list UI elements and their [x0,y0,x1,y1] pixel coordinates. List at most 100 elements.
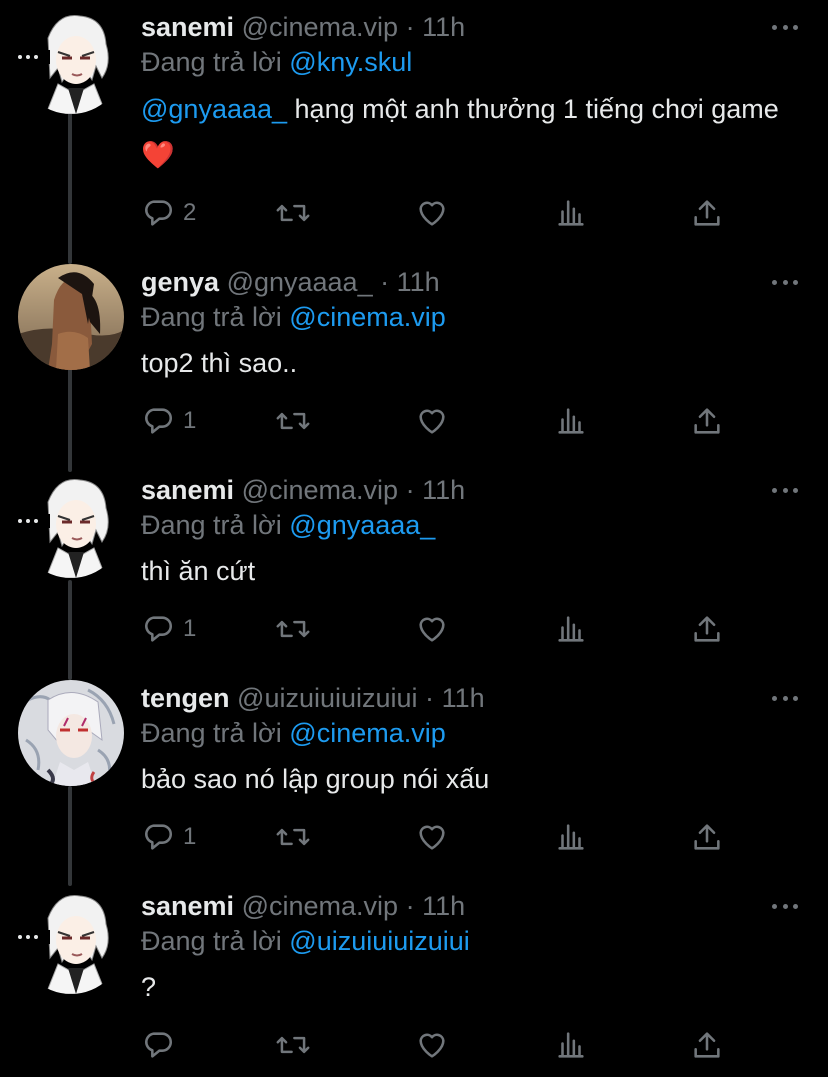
replying-to-label: Đang trả lời [141,47,282,77]
display-name[interactable]: genya [141,267,219,297]
action-bar: 1 [141,609,741,649]
more-options-button[interactable] [772,901,798,911]
avatar-container[interactable] [16,888,124,994]
tweet[interactable]: sanemi @cinema.vip · 11h Đang trả lời @k… [0,0,828,250]
tweet-header: genya @gnyaaaa_ · 11h [141,265,440,299]
share-button[interactable] [690,193,724,233]
analytics-button[interactable] [554,609,588,649]
reply-count: 2 [183,199,197,226]
analytics-icon [558,616,584,642]
retweet-icon [276,828,310,846]
like-button[interactable] [415,193,449,233]
analytics-button[interactable] [554,1025,588,1065]
analytics-icon [558,824,584,850]
retweet-button[interactable] [275,193,311,233]
replying-to: Đang trả lời @cinema.vip [141,716,446,750]
share-button[interactable] [690,1025,724,1065]
like-icon [419,1033,445,1058]
ellipsis-icon [16,930,50,944]
tweet-text: top2 thì sao.. [141,340,781,386]
separator: · [405,891,415,921]
more-options-button[interactable] [772,22,798,32]
analytics-icon [558,200,584,226]
tweet-header: sanemi @cinema.vip · 11h [141,10,465,44]
retweet-icon [276,412,310,430]
avatar-container[interactable] [18,264,124,370]
replying-to-mention[interactable]: @uizuiuiuizuiui [289,926,470,956]
analytics-icon [558,408,584,434]
replying-to: Đang trả lời @kny.skul [141,45,412,79]
analytics-button[interactable] [554,401,588,441]
retweet-icon [276,1036,310,1054]
share-button[interactable] [690,401,724,441]
like-button[interactable] [415,1025,449,1065]
share-icon [694,824,720,850]
like-icon [419,409,445,434]
reply-button[interactable] [141,1025,183,1065]
user-handle[interactable]: @cinema.vip [242,891,398,921]
more-options-button[interactable] [772,693,798,703]
tweet[interactable]: tengen @uizuiuiuizuiui · 11h Đang trả lờ… [0,680,828,880]
replying-to: Đang trả lời @uizuiuiuizuiui [141,924,470,958]
separator: · [405,12,415,42]
replying-to-mention[interactable]: @kny.skul [289,47,412,77]
reply-count: 1 [183,407,197,434]
tweet-text: thì ăn cứt [141,548,781,594]
tweet[interactable]: genya @gnyaaaa_ · 11h Đang trả lời @cine… [0,264,828,464]
user-handle[interactable]: @cinema.vip [242,12,398,42]
body-text: ? [141,972,157,1002]
reply-button[interactable]: 1 [141,817,196,857]
timestamp[interactable]: 11h [422,475,465,505]
tweet-text: ? [141,964,781,1010]
reply-button[interactable]: 2 [141,193,196,233]
avatar[interactable] [18,264,124,370]
retweet-button[interactable] [275,401,311,441]
user-handle[interactable]: @cinema.vip [242,475,398,505]
replying-to-mention[interactable]: @cinema.vip [289,302,445,332]
replying-to-mention[interactable]: @gnyaaaa_ [289,510,435,540]
avatar-container[interactable] [16,8,124,114]
timestamp[interactable]: 11h [442,683,485,713]
like-button[interactable] [415,401,449,441]
body-mention[interactable]: @gnyaaaa_ [141,94,287,124]
timestamp[interactable]: 11h [422,891,465,921]
display-name[interactable]: tengen [141,683,230,713]
avatar-container[interactable] [18,680,124,786]
reply-icon [145,408,172,434]
more-options-button[interactable] [772,277,798,287]
display-name[interactable]: sanemi [141,12,234,42]
tweet[interactable]: sanemi @cinema.vip · 11h Đang trả lời @u… [0,888,828,1077]
reply-count: 1 [183,615,197,642]
action-bar: 1 [141,401,741,441]
avatar-container[interactable] [16,472,124,578]
user-handle[interactable]: @uizuiuiuizuiui [237,683,418,713]
like-button[interactable] [415,609,449,649]
user-handle[interactable]: @gnyaaaa_ [227,267,373,297]
reply-button[interactable]: 1 [141,609,196,649]
reply-button[interactable]: 1 [141,401,196,441]
timestamp[interactable]: 11h [397,267,440,297]
share-button[interactable] [690,609,724,649]
tweet-header: sanemi @cinema.vip · 11h [141,889,465,923]
more-options-button[interactable] [772,485,798,495]
avatar[interactable] [18,680,124,786]
retweet-button[interactable] [275,817,311,857]
analytics-button[interactable] [554,817,588,857]
share-icon [694,1032,720,1058]
retweet-icon [276,620,310,638]
display-name[interactable]: sanemi [141,475,234,505]
separator: · [425,683,435,713]
reply-icon [145,200,172,226]
tweet[interactable]: sanemi @cinema.vip · 11h Đang trả lời @g… [0,472,828,672]
like-button[interactable] [415,817,449,857]
retweet-button[interactable] [275,609,311,649]
analytics-button[interactable] [554,193,588,233]
display-name[interactable]: sanemi [141,891,234,921]
timestamp[interactable]: 11h [422,12,465,42]
share-button[interactable] [690,817,724,857]
replying-to-mention[interactable]: @cinema.vip [289,718,445,748]
retweet-button[interactable] [275,1025,311,1065]
action-bar [141,1025,741,1065]
reply-icon [145,616,172,642]
reply-icon [145,1032,172,1058]
